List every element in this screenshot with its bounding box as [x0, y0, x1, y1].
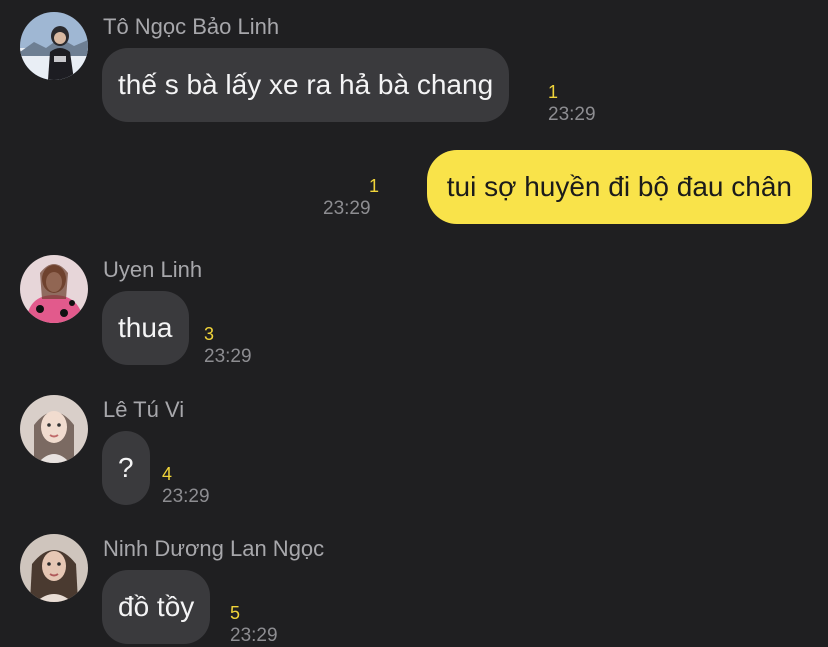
message-bubble[interactable]: ? — [102, 431, 150, 505]
sender-name: Tô Ngọc Bảo Linh — [103, 14, 280, 39]
avatar-photo-pink — [20, 255, 88, 323]
message-time: 23:29 — [162, 486, 210, 507]
message-row-outgoing: 1 23:29 tui sợ huyền đi bộ đau chân — [0, 140, 828, 240]
unread-count: 5 — [230, 603, 241, 623]
sender-name: Uyen Linh — [103, 257, 203, 282]
message-bubble[interactable]: tui sợ huyền đi bộ đau chân — [426, 150, 812, 224]
message-row: Tô Ngọc Bảo Linh thế s bà lấy xe ra hả b… — [0, 0, 828, 130]
avatar-photo-snow — [20, 12, 88, 80]
unread-count: 1 — [548, 82, 559, 102]
message-time: 23:29 — [548, 104, 596, 125]
avatar[interactable] — [20, 534, 88, 602]
avatar-photo-portrait-2 — [20, 534, 88, 602]
message-time: 23:29 — [230, 625, 278, 646]
avatar[interactable] — [20, 255, 88, 323]
unread-count: 1 — [369, 176, 380, 196]
message-row: Ninh Dương Lan Ngọc đồ tồy 5 23:29 — [0, 524, 828, 646]
unread-count: 3 — [204, 324, 215, 344]
message-time: 23:29 — [204, 346, 252, 367]
sender-name: Lê Tú Vi — [103, 397, 185, 422]
sender-name: Ninh Dương Lan Ngọc — [103, 536, 325, 561]
message-row: Uyen Linh thua 3 23:29 — [0, 245, 828, 375]
avatar-photo-portrait — [20, 395, 88, 463]
message-row: Lê Tú Vi ? 4 23:29 — [0, 385, 828, 515]
message-bubble[interactable]: thế s bà lấy xe ra hả bà chang — [102, 48, 510, 122]
avatar[interactable] — [20, 12, 88, 80]
message-bubble[interactable]: đồ tồy — [102, 570, 211, 644]
avatar[interactable] — [20, 395, 88, 463]
message-time: 23:29 — [323, 198, 371, 219]
message-bubble[interactable]: thua — [102, 291, 189, 365]
unread-count: 4 — [162, 464, 173, 484]
